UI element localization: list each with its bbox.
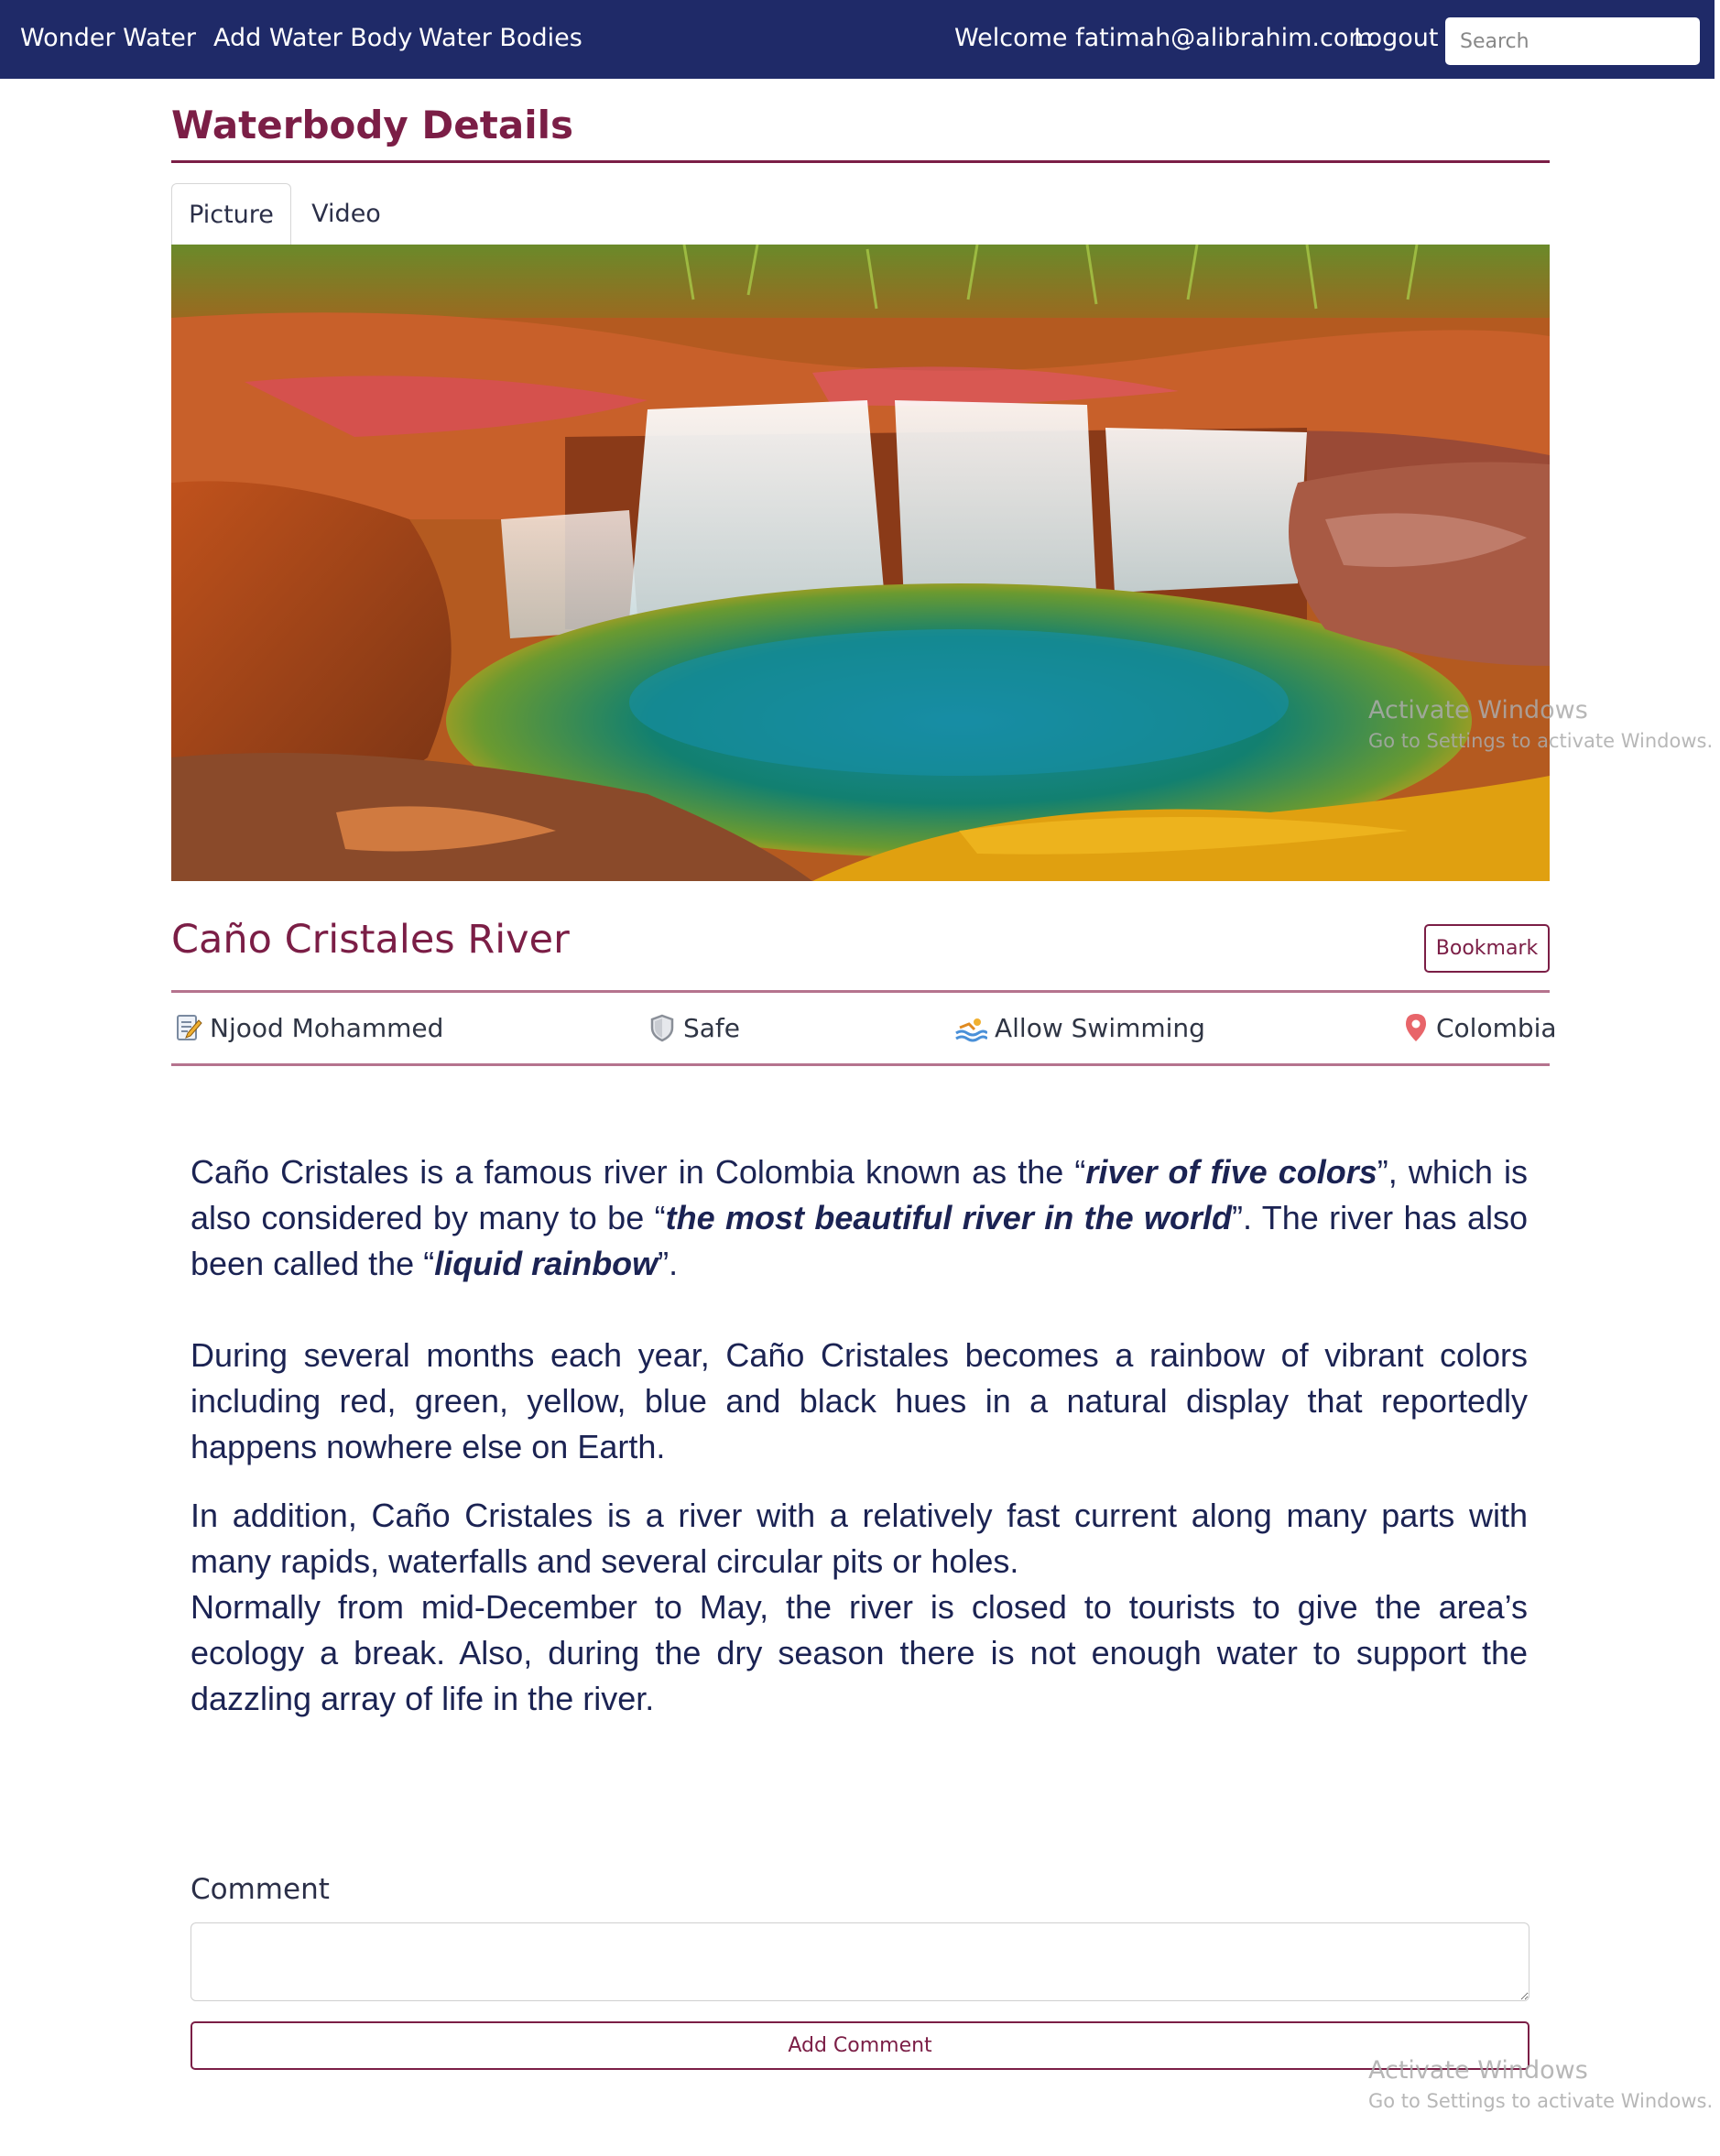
- add-comment-button[interactable]: Add Comment: [191, 2021, 1529, 2070]
- search-input[interactable]: [1445, 17, 1700, 65]
- waterbody-name: Caño Cristales River: [171, 917, 570, 963]
- activate-windows-watermark-subtitle-bottom: Go to Settings to activate Windows.: [1368, 2090, 1714, 2112]
- author-info: Njood Mohammed: [175, 1007, 443, 1048]
- description-paragraph-3: In addition, Caño Cristales is a river w…: [191, 1497, 1528, 1580]
- description-paragraph-2: During several months each year, Caño Cr…: [191, 1336, 1528, 1465]
- swimming-info: Allow Swimming: [954, 1007, 1205, 1048]
- author-name: Njood Mohammed: [210, 1012, 444, 1043]
- shield-icon: [650, 1014, 674, 1042]
- activate-windows-watermark-title: Activate Windows: [1368, 696, 1588, 724]
- edit-note-icon: [177, 1015, 202, 1040]
- info-bottom-divider: [171, 1063, 1550, 1066]
- waterbody-picture: [171, 245, 1550, 881]
- location-info: Colombia: [1403, 1007, 1557, 1048]
- description-paragraph-4: Normally from mid-December to May, the r…: [191, 1588, 1528, 1717]
- safety-info: Safe: [648, 1007, 740, 1048]
- tab-video[interactable]: Video: [298, 183, 395, 245]
- page-title: Waterbody Details: [171, 103, 573, 147]
- activate-windows-watermark-subtitle: Go to Settings to activate Windows.: [1368, 730, 1714, 752]
- nav-water-bodies[interactable]: Water Bodies: [419, 24, 582, 52]
- safety-status: Safe: [683, 1012, 741, 1043]
- bookmark-button[interactable]: Bookmark: [1424, 924, 1550, 973]
- tab-picture[interactable]: Picture: [171, 183, 291, 245]
- title-divider: [171, 160, 1550, 163]
- description-paragraph-1: Caño Cristales is a famous river in Colo…: [191, 1153, 1528, 1282]
- map-pin-icon: [1406, 1014, 1426, 1041]
- welcome-text: Welcome fatimah@alibrahim.com: [954, 24, 1373, 52]
- location-name: Colombia: [1436, 1012, 1557, 1043]
- top-navbar: Wonder Water Add Water Body Water Bodies…: [0, 0, 1715, 79]
- comment-label: Comment: [191, 1873, 330, 1906]
- brand-link[interactable]: Wonder Water: [20, 24, 196, 52]
- logout-link[interactable]: Logout: [1354, 24, 1438, 52]
- swimming-status: Allow Swimming: [995, 1012, 1205, 1043]
- nav-add-water-body[interactable]: Add Water Body: [213, 24, 412, 52]
- comment-textarea[interactable]: [191, 1922, 1529, 2001]
- info-top-divider: [171, 990, 1550, 993]
- swimming-icon: [955, 1018, 987, 1042]
- activate-windows-watermark-title-bottom: Activate Windows: [1368, 2056, 1588, 2085]
